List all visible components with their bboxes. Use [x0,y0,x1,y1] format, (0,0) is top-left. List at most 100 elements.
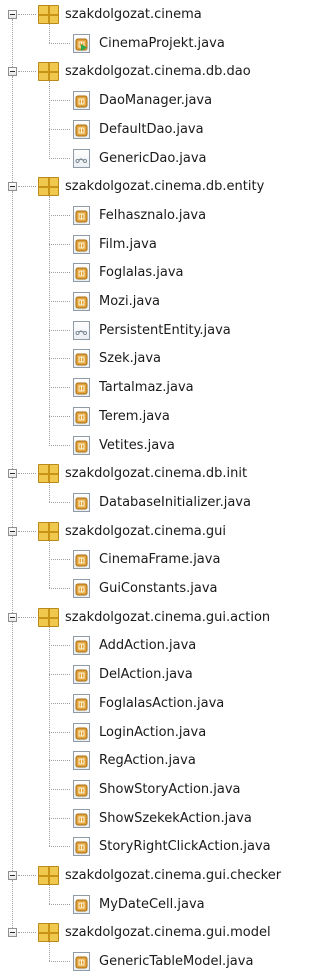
file-label: Mozi.java [99,294,160,309]
file-label: Felhasznalo.java [99,207,207,223]
tree-connector [49,415,70,417]
tree-spine-line [12,621,13,871]
package-icon [38,866,59,885]
collapse-toggle-icon[interactable] [8,526,17,536]
collapse-toggle-icon[interactable] [8,10,17,19]
file-label: FoglalasAction.java [99,695,225,711]
file-label: CinemaFrame.java [99,552,221,568]
tree-connector [49,645,70,647]
tree-connector [49,674,70,676]
class-icon [73,693,90,713]
package-label: szakdolgozat.cinema.gui.action [65,609,271,625]
tree-guide-line [49,885,50,904]
tree-connector [18,932,36,934]
tree-spine-line [12,535,13,613]
tree-connector [49,788,70,790]
tree-guide-line [49,626,50,847]
file-label: PersistentEntity.java [99,322,231,338]
tree-connector [18,186,36,188]
collapse-toggle-icon[interactable] [8,928,17,938]
package-label: szakdolgozat.cinema.db.dao [65,64,251,80]
file-label: AddAction.java [99,638,197,654]
tree-connector [49,559,70,561]
package-label: szakdolgozat.cinema.gui [65,523,226,539]
class-icon [73,292,90,311]
tree-connector [49,846,70,848]
package-icon [38,5,59,24]
tree-connector [49,731,70,733]
package-icon [38,521,59,541]
class-icon [73,579,90,598]
file-label: ShowStoryAction.java [99,781,241,797]
tree-guide-line [49,81,50,158]
package-icon [38,923,59,943]
tree-connector [18,875,36,876]
class-icon [73,492,90,512]
class-icon [73,894,90,914]
class-icon [73,435,90,455]
file-label: DefaultDao.java [99,121,204,137]
file-label: GenericDao.java [99,150,207,166]
tree-spine-line [12,76,13,183]
tree-connector [18,616,36,618]
collapse-toggle-icon[interactable] [8,469,17,479]
collapse-toggle-icon[interactable] [8,182,17,192]
tree-guide-line [49,196,50,445]
file-label: StoryRightClickAction.java [99,839,271,855]
project-tree: szakdolgozat.cinema CinemaProjekt.java sza… [0,0,329,977]
file-label: RegAction.java [99,753,196,769]
tree-connector [49,387,70,389]
interface-icon [73,320,90,340]
class-icon [73,837,90,857]
class-icon [73,406,90,426]
file-label: Foglalas.java [99,265,184,281]
package-label: szakdolgozat.cinema.db.init [65,466,248,482]
package-icon [38,607,59,627]
collapse-toggle-icon[interactable] [8,67,17,77]
tree-connector [49,501,70,503]
class-icon [73,952,90,972]
file-label: CinemaProjekt.java [99,35,225,51]
class-icon [73,636,90,656]
class-icon [73,751,90,771]
tree-guide-line [49,483,50,502]
package-icon [38,62,59,82]
file-label: ShowSzekekAction.java [99,810,252,826]
class-icon [73,378,90,398]
class-icon [73,349,90,369]
main-class-icon [73,33,90,53]
tree-connector [49,243,70,245]
file-label: GuiConstants.java [99,581,218,596]
tree-connector [18,530,36,532]
tree-connector [49,817,70,819]
tree-guide-line [49,24,50,43]
tree-connector [49,444,70,446]
class-icon [73,808,90,828]
class-icon [73,119,90,139]
file-label: DaoManager.java [99,93,213,109]
class-icon [73,234,90,254]
tree-connector [49,214,70,216]
tree-spine-line [12,880,13,929]
tree-connector [49,100,70,102]
tree-spine-line [12,478,13,527]
class-icon [73,91,90,111]
collapse-toggle-icon[interactable] [8,871,17,880]
file-label: Film.java [99,236,157,252]
class-icon [73,550,90,570]
class-icon [73,263,90,283]
package-icon [38,177,59,197]
tree-connector [49,329,70,331]
class-icon [73,205,90,225]
collapse-toggle-icon[interactable] [8,612,17,622]
class-icon [73,665,90,685]
package-label: szakdolgozat.cinema [65,7,202,22]
class-icon [73,722,90,742]
tree-connector [49,272,70,274]
tree-connector [49,301,70,302]
tree-guide-line [49,942,50,962]
tree-connector [49,760,70,762]
tree-connector [49,588,70,589]
tree-connector [49,157,70,159]
file-label: DatabaseInitializer.java [99,494,251,510]
